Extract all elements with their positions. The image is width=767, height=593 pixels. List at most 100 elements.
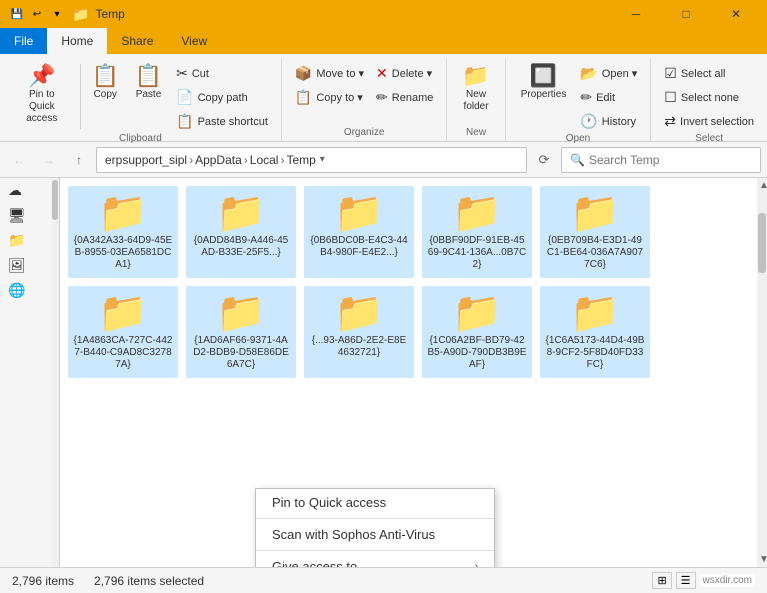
copy-to-button[interactable]: 📋 Copy to ▾ [290,86,369,109]
folder-item-2[interactable]: 📁 {0B6BDC0B-E4C3-44B4-980F-E4E2...} [304,186,414,278]
ctx-scan[interactable]: Scan with Sophos Anti-Virus [256,521,494,548]
quick-undo-btn[interactable]: ↩ [28,5,46,23]
folder-item-6[interactable]: 📁 {1AD6AF66-9371-4AD2-BDB9-D58E86DE6A7C} [186,286,296,378]
open-label: Open ▾ [602,67,638,80]
ctx-separator-1 [256,518,494,519]
ctx-separator-2 [256,550,494,551]
delete-ribbon-button[interactable]: ✕ Delete ▾ [371,62,438,85]
folder-item-0[interactable]: 📁 {0A342A33-64D9-45EB-8955-03EA6581DCA1} [68,186,178,278]
cut-button[interactable]: ✂ Cut [171,62,273,85]
folder-item-4[interactable]: 📁 {0EB709B4-E3D1-49C1-BE64-036A7A9077C6} [540,186,650,278]
window-folder-icon: 📁 [72,6,89,23]
path-part-2: AppData [195,153,242,167]
paste-shortcut-button[interactable]: 📋 Paste shortcut [171,110,273,133]
view-icons-button[interactable]: ⊞ [652,572,671,589]
minimize-button[interactable]: ─ [613,0,659,28]
properties-button[interactable]: 🔲 Properties [514,60,574,105]
tab-file[interactable]: File [0,28,47,54]
folder-item-9[interactable]: 📁 {1C6A5173-44D4-49B8-9CF2-5F8D40FD33FC} [540,286,650,378]
ctx-give-access-label: Give access to [272,559,357,567]
rename-button[interactable]: ✏ Rename [371,86,438,109]
file-content: 📁 {0A342A33-64D9-45EB-8955-03EA6581DCA1}… [60,178,757,567]
open-btn[interactable]: 📂 Open ▾ [575,62,642,85]
refresh-button[interactable]: ⟳ [531,147,557,173]
up-button[interactable]: ↑ [66,147,92,173]
maximize-button[interactable]: □ [663,0,709,28]
copypath-label: Copy path [198,92,248,104]
folder-icon-0: 📁 [98,193,148,233]
search-box[interactable]: 🔍 [561,147,761,173]
search-input[interactable] [589,153,752,167]
select-col: ☑ Select all ☐ Select none ⇄ Invert sele… [659,60,759,133]
copypath-icon: 📄 [176,89,193,106]
search-icon: 🔍 [570,153,585,167]
folder-name-1: {0ADD84B9-A446-45AD-B33E-25F5...} [191,235,291,259]
delete-label: Delete ▾ [392,67,432,80]
edit-button[interactable]: ✏ Edit [575,86,642,109]
copy-path-button[interactable]: 📄 Copy path [171,86,273,109]
folder-name-4: {0EB709B4-E3D1-49C1-BE64-036A7A9077C6} [545,235,645,271]
folder-name-2: {0B6BDC0B-E4C3-44B4-980F-E4E2...} [309,235,409,259]
folder-name-8: {1C06A2BF-BD79-42B5-A90D-790DB3B9EAF} [427,335,527,371]
folder-icon-3: 📁 [452,193,502,233]
folder-item-5[interactable]: 📁 {1A4863CA-727C-4427-B440-C9AD8C32787A} [68,286,178,378]
divider [80,64,81,129]
ctx-pin-quickaccess[interactable]: Pin to Quick access [256,489,494,516]
folder-icon-6: 📁 [216,293,266,333]
pasteshortcut-label: Paste shortcut [198,116,268,128]
pictures-icon: 🖼 [8,257,26,274]
history-button[interactable]: 🕐 History [575,110,642,133]
tab-home[interactable]: Home [47,28,107,54]
back-button[interactable]: ← [6,147,32,173]
quick-menu-btn[interactable]: ▾ [48,5,66,23]
view-list-button[interactable]: ☰ [676,572,696,589]
pin-label: Pin to Quickaccess [15,89,69,125]
ribbon-group-organize: 📦 Move to ▾ 📋 Copy to ▾ ✕ Delete ▾ ✏ Ren… [282,58,447,141]
select-all-button[interactable]: ☑ Select all [659,62,759,85]
ribbon-group-new: 📁 Newfolder New [447,58,505,141]
folder-item-7[interactable]: 📁 {...93-A86D-2E2-E8E4632721} [304,286,414,378]
organize-label: Organize [290,127,438,141]
quick-save-btn[interactable]: 💾 [8,5,26,23]
paste-button[interactable]: 📋 Paste [128,60,169,105]
selected-count: 2,796 items selected [94,574,204,588]
clipboard-label: Clipboard [8,133,273,147]
vertical-scrollbar[interactable]: ▲ ▼ [757,178,767,567]
rename-icon: ✏ [376,89,388,106]
organize-col2: ✕ Delete ▾ ✏ Rename [371,60,438,109]
select-none-button[interactable]: ☐ Select none [659,86,759,109]
ctx-give-access-arrow: › [475,561,478,567]
folder-item-8[interactable]: 📁 {1C06A2BF-BD79-42B5-A90D-790DB3B9EAF} [422,286,532,378]
cut-label: Cut [192,68,209,80]
sidebar-scrollbar[interactable] [51,178,59,567]
main-area: ☁ 🖥 📁 🖼 🌐 📁 {0A342A33-64D9-45EB-8955-03E… [0,178,767,567]
invert-selection-button[interactable]: ⇄ Invert selection [659,110,759,133]
forward-button[interactable]: → [36,147,62,173]
folder-icon-4: 📁 [570,193,620,233]
copy-button[interactable]: 📋 Copy [85,60,126,105]
scrollbar-thumb[interactable] [758,213,766,273]
copy-label: Copy [94,89,117,100]
folder-icon-5: 📁 [98,293,148,333]
folder-item-1[interactable]: 📁 {0ADD84B9-A446-45AD-B33E-25F5...} [186,186,296,278]
address-path[interactable]: erpsupport_sipl › AppData › Local › Temp… [96,147,527,173]
tab-share[interactable]: Share [107,28,167,54]
folder-item-3[interactable]: 📁 {0BBF90DF-91EB-4569-9C41-136A...0B7C2} [422,186,532,278]
close-button[interactable]: ✕ [713,0,759,28]
properties-icon: 🔲 [530,65,557,87]
watermark: wsxdir.com [700,572,755,589]
rename-label: Rename [392,92,434,104]
organize-col1: 📦 Move to ▾ 📋 Copy to ▾ [290,60,369,109]
pin-quickaccess-button[interactable]: 📌 Pin to Quickaccess [8,60,76,130]
edit-label: Edit [596,92,615,104]
folder-icon-1: 📁 [216,193,266,233]
move-to-button[interactable]: 📦 Move to ▾ [290,62,369,85]
ctx-scan-label: Scan with Sophos Anti-Virus [272,527,435,542]
tab-view[interactable]: View [167,28,221,54]
select-buttons: ☑ Select all ☐ Select none ⇄ Invert sele… [659,60,759,133]
new-folder-button[interactable]: 📁 Newfolder [455,60,496,118]
ctx-give-access[interactable]: Give access to › [256,553,494,567]
moveto-icon: 📦 [295,65,312,82]
edit-icon: ✏ [580,89,592,106]
invert-icon: ⇄ [664,113,676,130]
